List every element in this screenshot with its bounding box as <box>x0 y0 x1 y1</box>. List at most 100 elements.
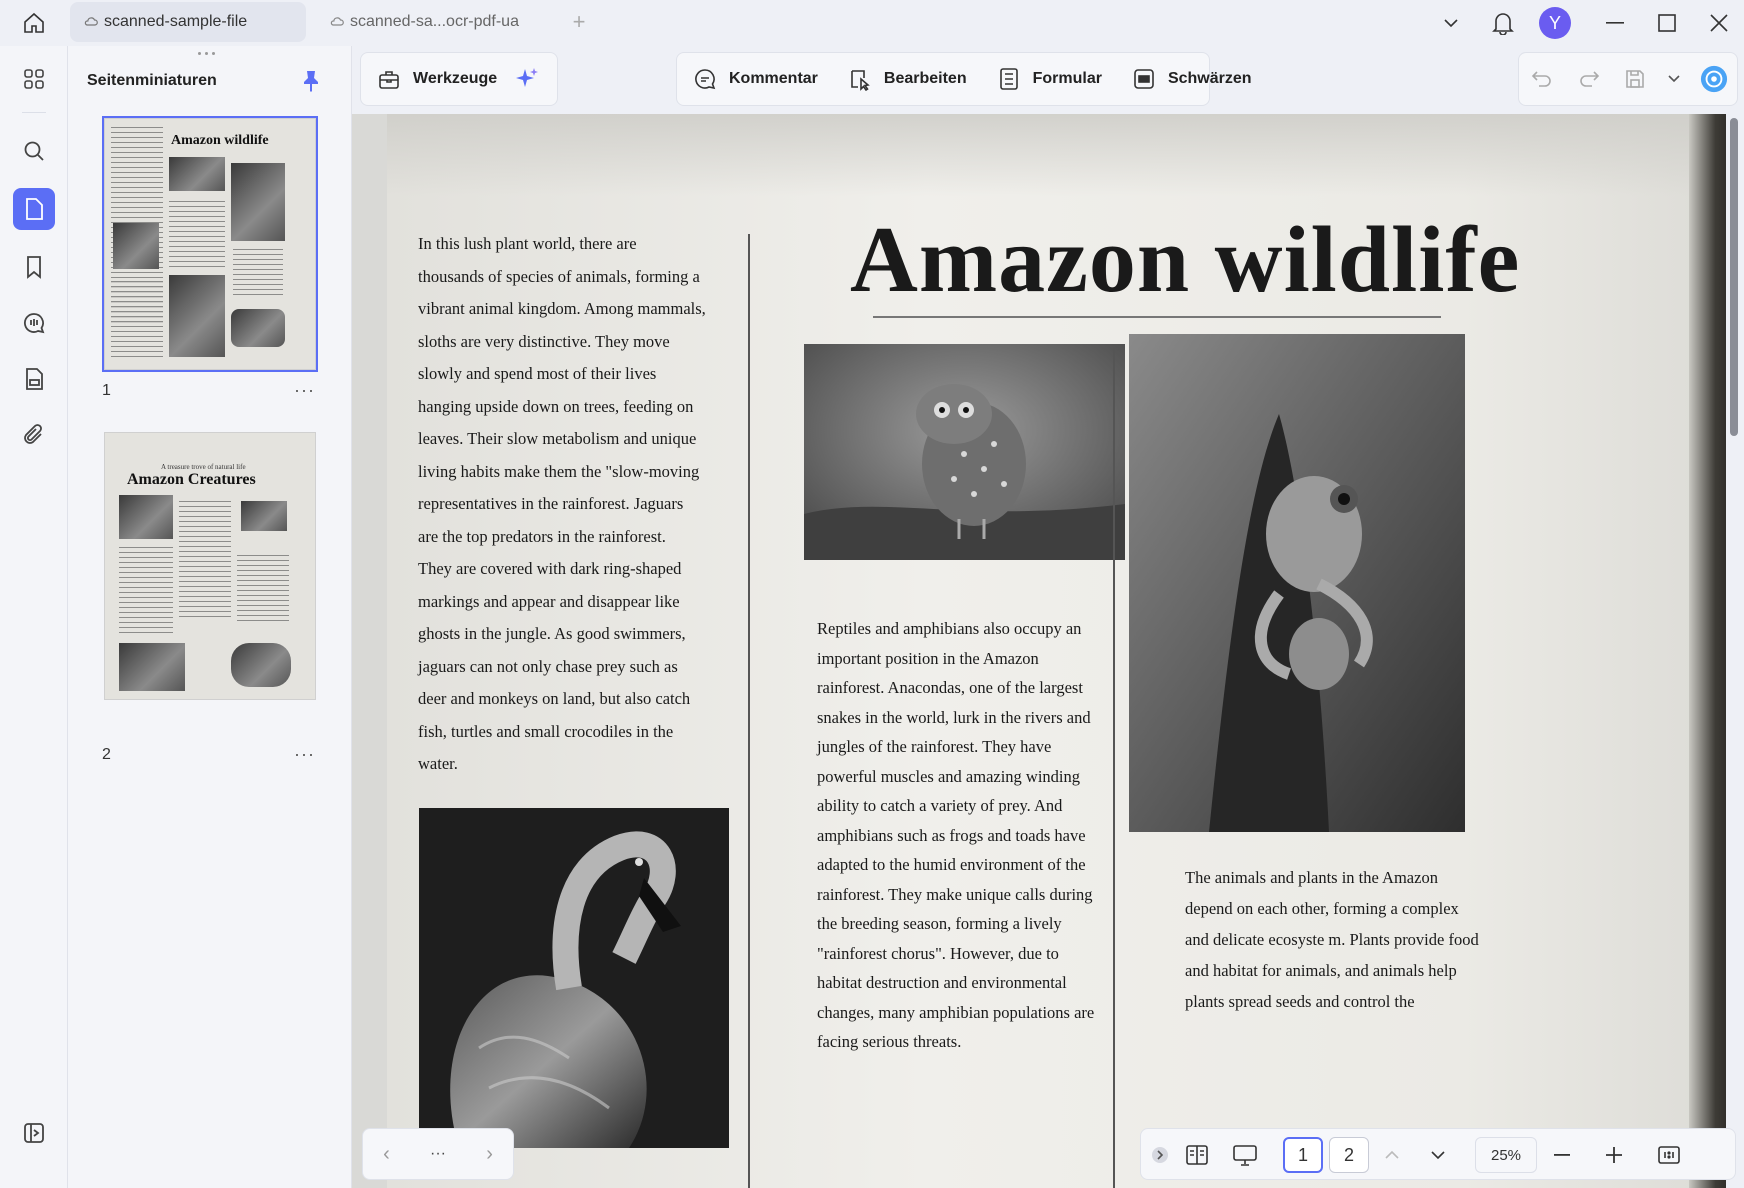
pin-icon[interactable] <box>296 66 326 96</box>
page-thumbnail-2[interactable]: A treasure trove of natural life Amazon … <box>104 432 316 700</box>
undo-icon[interactable] <box>1528 65 1556 93</box>
text-line: leaves. Their slow metabolism and unique <box>418 429 697 448</box>
text-line: In this lush plant world, there are <box>418 234 637 253</box>
column-divider <box>748 234 750 1188</box>
redo-icon[interactable] <box>1575 65 1603 93</box>
text-line: amphibians such as frogs and toads have <box>817 825 1086 845</box>
thumb-text-block <box>233 247 283 299</box>
thumbnail-page-number: 2 <box>102 746 111 763</box>
tab-scanned-ocr-pdf-ua[interactable]: scanned-sa...ocr-pdf-ua <box>316 2 556 42</box>
schwaerzen-label: Schwärzen <box>1167 70 1252 87</box>
thumbnail-more-button[interactable]: ··· <box>294 744 315 765</box>
bearbeiten-label: Bearbeiten <box>883 70 967 87</box>
new-tab-button[interactable]: + <box>566 10 592 36</box>
headline-rule <box>873 316 1441 318</box>
ai-assistant-icon[interactable] <box>1700 65 1728 93</box>
thumbnail-more-button[interactable]: ··· <box>294 380 315 401</box>
previous-button[interactable]: ‹ <box>383 1143 390 1166</box>
close-icon[interactable] <box>1702 6 1736 40</box>
column-divider <box>1113 346 1115 1188</box>
page-2-button[interactable]: 2 <box>1329 1137 1369 1173</box>
thumb-title: Amazon Creatures <box>127 471 256 488</box>
search-icon[interactable] <box>13 130 55 172</box>
tab-scanned-sample-file[interactable]: scanned-sample-file <box>70 2 306 42</box>
attachment-icon[interactable] <box>13 414 55 456</box>
sidebar-toggle-icon[interactable] <box>13 1112 55 1154</box>
maximize-icon[interactable] <box>1650 6 1684 40</box>
pdf-page: In this lush plant world, there are thou… <box>387 114 1726 1188</box>
left-rail <box>0 46 68 1188</box>
text-line: jaguars can not only chase prey such as <box>418 656 678 676</box>
page-1-button[interactable]: 1 <box>1283 1137 1323 1173</box>
presentation-icon[interactable] <box>1227 1137 1263 1173</box>
text-line: vibrant animal kingdom. Among mammals, <box>418 299 706 318</box>
collapse-icon[interactable] <box>1149 1137 1171 1173</box>
notification-bell-icon[interactable] <box>1486 6 1520 40</box>
thumb-text-block <box>111 279 163 359</box>
text-line: the breeding season, forming a lively <box>817 914 1062 933</box>
text-line: rainforest. Anacondas, one of the larges… <box>817 678 1083 697</box>
tab-label: scanned-sa...ocr-pdf-ua <box>350 13 519 30</box>
text-line: habitat destruction and environmental <box>817 973 1067 992</box>
kommentar-label: Kommentar <box>729 70 818 87</box>
text-line: depend on each other, forming a complex <box>1185 899 1459 918</box>
text-line: jungles of the rainforest. They have <box>817 737 1052 756</box>
schwaerzen-button[interactable]: Schwärzen <box>1116 53 1266 105</box>
text-line: representatives in the rainforest. Jagua… <box>418 494 684 513</box>
page-nav-bar: ‹ ··· › <box>362 1128 514 1180</box>
form-list-icon <box>995 65 1023 93</box>
page-thumbnail-1[interactable]: Amazon wildlife <box>102 116 318 372</box>
bookmark-icon[interactable] <box>13 246 55 288</box>
column-3-text: The animals and plants in the Amazon dep… <box>1185 862 1479 1017</box>
text-line: deer and monkeys on land, but also catch <box>418 689 691 708</box>
pages-icon[interactable] <box>13 188 55 230</box>
chevron-down-icon[interactable] <box>1434 6 1468 40</box>
text-line: ghosts in the jungle. As good swimmers, <box>418 624 686 643</box>
zoom-out-icon[interactable] <box>1547 1137 1577 1173</box>
thumb-image <box>231 163 285 241</box>
panel-drag-handle[interactable] <box>198 52 222 56</box>
thumbnail-panel: Seitenminiaturen Amazon wildlife 1 ··· A… <box>68 46 352 1188</box>
actual-size-icon[interactable] <box>1651 1137 1687 1173</box>
home-icon[interactable] <box>16 8 52 38</box>
thumb-image <box>231 309 285 347</box>
formular-label: Formular <box>1032 70 1102 87</box>
minimize-icon[interactable] <box>1598 6 1632 40</box>
reading-mode-icon[interactable] <box>1179 1137 1215 1173</box>
bearbeiten-button[interactable]: Bearbeiten <box>832 53 981 105</box>
redact-icon <box>1130 65 1158 93</box>
text-line: thousands of species of animals, forming… <box>418 266 700 286</box>
column-2-text: Reptiles and amphibians also occupy an i… <box>817 614 1094 1057</box>
thumb-image <box>241 501 287 531</box>
toolbar: Werkzeuge Kommentar Bearbeiten Formular <box>352 46 1744 114</box>
text-line: "rainforest chorus". However, due to <box>817 943 1059 963</box>
user-avatar[interactable]: Y <box>1538 6 1572 40</box>
ai-sparkle-icon[interactable] <box>513 65 541 93</box>
toolbox-icon <box>375 65 403 93</box>
thumbnail-page-number: 1 <box>102 382 111 399</box>
zoom-level-field[interactable]: 25% <box>1475 1137 1537 1173</box>
text-line: snakes in the world, lurk in the rivers … <box>817 707 1091 727</box>
comment-icon[interactable] <box>13 302 55 344</box>
thumb-text-block <box>179 499 231 619</box>
werkzeuge-button[interactable]: Werkzeuge <box>361 53 511 105</box>
save-icon[interactable] <box>1621 65 1649 93</box>
kommentar-button[interactable]: Kommentar <box>677 53 832 105</box>
thumb-image <box>231 643 291 687</box>
text-line: facing serious threats. <box>817 1032 962 1051</box>
cloud-icon <box>84 15 98 29</box>
text-line: important position in the Amazon <box>817 648 1039 668</box>
chevron-up-icon[interactable] <box>1377 1137 1407 1173</box>
next-button[interactable]: › <box>486 1143 493 1166</box>
document-viewport[interactable]: In this lush plant world, there are thou… <box>352 114 1726 1188</box>
formular-button[interactable]: Formular <box>981 53 1116 105</box>
more-options-button[interactable]: ··· <box>430 1145 446 1163</box>
page-edge-shadow <box>1689 114 1726 1188</box>
chevron-down-icon[interactable] <box>1667 65 1681 93</box>
zoom-in-icon[interactable] <box>1599 1137 1629 1173</box>
chevron-down-icon[interactable] <box>1423 1137 1453 1173</box>
apps-icon[interactable] <box>13 58 55 100</box>
form-icon[interactable] <box>13 358 55 400</box>
thumb-text-block <box>119 545 173 635</box>
scrollbar-thumb[interactable] <box>1730 118 1738 436</box>
